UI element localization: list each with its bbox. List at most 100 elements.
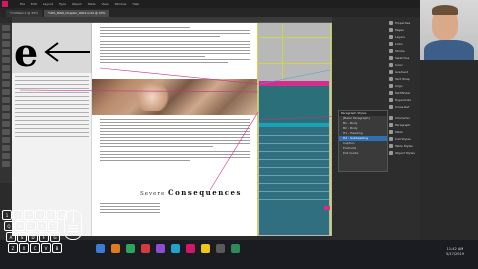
presenter-hair: [432, 5, 458, 15]
links-icon: [389, 41, 393, 46]
selection-tool-icon[interactable]: [2, 25, 10, 31]
rectangle-frame-tool-icon[interactable]: [2, 89, 10, 95]
photo-highlight: [132, 83, 172, 111]
page-tool-icon[interactable]: [2, 41, 10, 47]
menu-file[interactable]: File: [20, 2, 25, 6]
keyboard-key: Q: [4, 221, 14, 231]
zoom-tool-icon[interactable]: [2, 153, 10, 159]
hyperlinks-icon: [389, 97, 393, 102]
arrow-left-icon: [44, 42, 90, 62]
paragraph-styles-panel[interactable]: Paragraph Styles [Basic Paragraph] B1 - …: [338, 110, 388, 172]
dock-background: [420, 60, 478, 240]
taskbar-app-icons: [96, 244, 240, 253]
drop-cap-e: e: [14, 30, 39, 75]
rectangle-tool-icon[interactable]: [2, 97, 10, 103]
note-tool-icon[interactable]: [2, 129, 10, 135]
body-text-frame-top[interactable]: [100, 27, 250, 65]
free-transform-tool-icon[interactable]: [2, 113, 10, 119]
taskbar-app-icon[interactable]: [156, 244, 165, 253]
gradient-icon: [389, 69, 393, 74]
taskbar-app-icon[interactable]: [186, 244, 195, 253]
taskbar-app-icon[interactable]: [171, 244, 180, 253]
menubar: File Edit Layout Type Object Table View …: [0, 0, 420, 8]
pages-icon: [389, 27, 393, 32]
menu-view[interactable]: View: [101, 2, 108, 6]
table-styles-icon: [389, 143, 393, 148]
table-icon: [389, 129, 393, 134]
menu-layout[interactable]: Layout: [43, 2, 53, 6]
presenter-shirt: [424, 40, 474, 60]
object-styles-icon: [389, 150, 393, 155]
taskbar-app-icon[interactable]: [201, 244, 210, 253]
headline-severe: Severe: [140, 191, 166, 197]
fill-stroke-icon[interactable]: [2, 161, 10, 167]
document-page[interactable]: Severe Consequences: [92, 23, 257, 236]
taskbar-clock[interactable]: 11:42 AM 5/17/2019: [446, 247, 464, 257]
keyboard-key: 1: [2, 210, 12, 220]
line-tool-icon[interactable]: [2, 65, 10, 71]
keyboard-key: 5: [46, 210, 56, 220]
food-photo[interactable]: [92, 79, 257, 115]
keyboard-key: X: [19, 243, 29, 253]
text-wrap-icon: [389, 76, 393, 81]
properties-icon: [389, 20, 393, 25]
indesign-window: File Edit Layout Type Object Table View …: [0, 0, 478, 269]
eyedropper-tool-icon[interactable]: [2, 137, 10, 143]
pencil-tool-icon[interactable]: [2, 81, 10, 87]
swatches-icon: [389, 55, 393, 60]
body-text-frame-bottom[interactable]: [100, 203, 250, 215]
taskbar-app-icon[interactable]: [126, 244, 135, 253]
keyboard-key: A: [6, 232, 16, 242]
taskbar-app-icon[interactable]: [96, 244, 105, 253]
keyboard-key: W: [15, 221, 25, 231]
keyboard-key: C: [30, 243, 40, 253]
keyboard-key: V: [41, 243, 51, 253]
keyboard-key: D: [28, 232, 38, 242]
keyboard-key: T: [48, 221, 58, 231]
taskbar-app-icon[interactable]: [216, 244, 225, 253]
style-pull-quote[interactable]: Pull Quote: [339, 151, 387, 156]
layers-icon: [389, 34, 393, 39]
table-body[interactable]: [259, 86, 329, 126]
tab-chapter[interactable]: *LEO_MAN_Chapter_0001.indd @ 93%: [43, 10, 110, 17]
cross-ref-icon: [389, 104, 393, 109]
color-swatch[interactable]: [324, 206, 330, 210]
keyboard-key: 2: [13, 210, 23, 220]
taskbar-app-icon[interactable]: [231, 244, 240, 253]
gradient-tool-icon[interactable]: [2, 121, 10, 127]
type-tool-icon[interactable]: [2, 57, 10, 63]
taskbar-app-icon[interactable]: [111, 244, 120, 253]
clock-date: 5/17/2019: [446, 252, 464, 256]
keyboard-key: R: [37, 221, 47, 231]
scissors-tool-icon[interactable]: [2, 105, 10, 111]
pen-tool-icon[interactable]: [2, 73, 10, 79]
character-icon: [389, 115, 393, 120]
menu-window[interactable]: Window: [115, 2, 127, 6]
tools-panel: [0, 23, 12, 183]
keyboard-key: B: [52, 243, 62, 253]
keyboard-key: F: [39, 232, 49, 242]
menu-edit[interactable]: Edit: [31, 2, 37, 6]
keyboard-key: 4: [35, 210, 45, 220]
menu-object[interactable]: Object: [72, 2, 82, 6]
taskbar-app-icon[interactable]: [141, 244, 150, 253]
direct-selection-tool-icon[interactable]: [2, 33, 10, 39]
subheading-text[interactable]: Severe Consequences: [140, 188, 242, 197]
webcam-overlay: [420, 0, 478, 60]
document-canvas[interactable]: e Severe Consequences: [12, 23, 332, 236]
stroke-icon: [389, 48, 393, 53]
indesign-app-icon[interactable]: [2, 1, 8, 7]
menu-help[interactable]: Help: [132, 2, 139, 6]
gap-tool-icon[interactable]: [2, 49, 10, 55]
align-icon: [389, 83, 393, 88]
cell-styles-icon: [389, 136, 393, 141]
menu-type[interactable]: Type: [59, 2, 66, 6]
pathfinder-icon: [389, 90, 393, 95]
tab-untitled[interactable]: *Untitled-1 @ 33%: [6, 10, 42, 17]
headline-consequences: Consequences: [168, 188, 242, 197]
keyboard-key: S: [17, 232, 27, 242]
menu-table[interactable]: Table: [88, 2, 96, 6]
paragraph-icon: [389, 122, 393, 127]
body-text-frame-middle[interactable]: [100, 119, 250, 163]
hand-tool-icon[interactable]: [2, 145, 10, 151]
